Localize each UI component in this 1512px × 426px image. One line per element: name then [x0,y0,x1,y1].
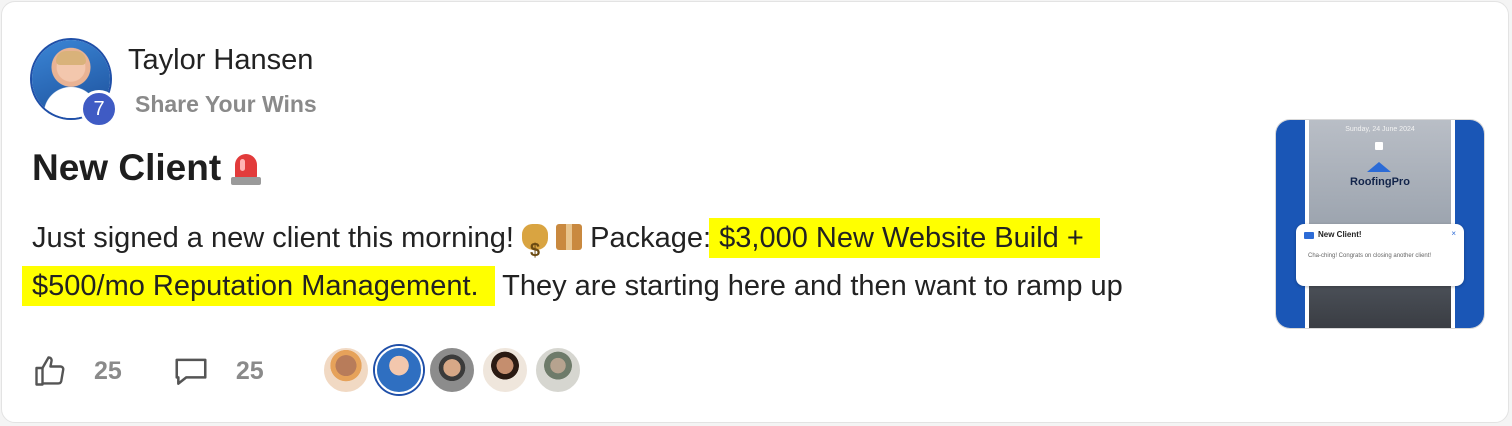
post-title[interactable]: New Client [32,147,262,189]
notification-card: New Client! × Cha-ching! Congrats on clo… [1296,224,1464,286]
comment-icon [172,353,210,389]
roof-logo-icon [1367,162,1391,172]
level-badge: 7 [80,90,118,128]
phone-date: Sunday, 24 June 2024 [1345,126,1415,133]
post-actions: 25 25 [32,346,314,396]
post-thumbnail[interactable]: Sunday, 24 June 2024 RoofingPro New Clie… [1276,120,1484,328]
avatar[interactable] [428,346,476,394]
post-body-package-label: Package: [590,222,712,254]
avatar[interactable] [375,346,423,394]
post-body-intro: Just signed a new client this morning! [32,222,514,254]
author-avatar[interactable]: 7 [32,40,118,128]
close-icon: × [1451,229,1456,238]
police-siren-icon [231,150,262,186]
package-icon [556,224,583,250]
post-category[interactable]: Share Your Wins [135,91,317,118]
lock-icon [1375,142,1383,150]
post-body-outro: They are starting here and then want to … [502,270,1123,302]
notification-title: New Client! [1318,230,1362,239]
thumbs-up-icon [32,353,68,389]
money-bag-icon [522,224,549,274]
mail-icon [1304,232,1314,239]
like-button[interactable]: 25 [32,353,122,389]
brand-name: RoofingPro [1350,176,1410,188]
post-card[interactable]: 7 Taylor Hansen Share Your Wins New Clie… [1,1,1509,423]
comment-count: 25 [235,356,264,385]
reactor-avatars[interactable] [322,346,587,394]
highlight-line-2: $500/mo Reputation Management. [22,266,495,306]
post-title-text: New Client [32,147,222,188]
author-name[interactable]: Taylor Hansen [128,44,313,77]
highlight-line-1: $3,000 New Website Build + [709,218,1100,258]
avatar[interactable] [534,346,582,394]
post-body: Just signed a new client this morning! P… [22,214,1242,310]
avatar[interactable] [481,346,529,394]
avatar[interactable] [322,346,370,394]
comment-button[interactable]: 25 [172,353,264,389]
notification-body: Cha-ching! Congrats on closing another c… [1308,253,1432,259]
like-count: 25 [94,356,122,385]
